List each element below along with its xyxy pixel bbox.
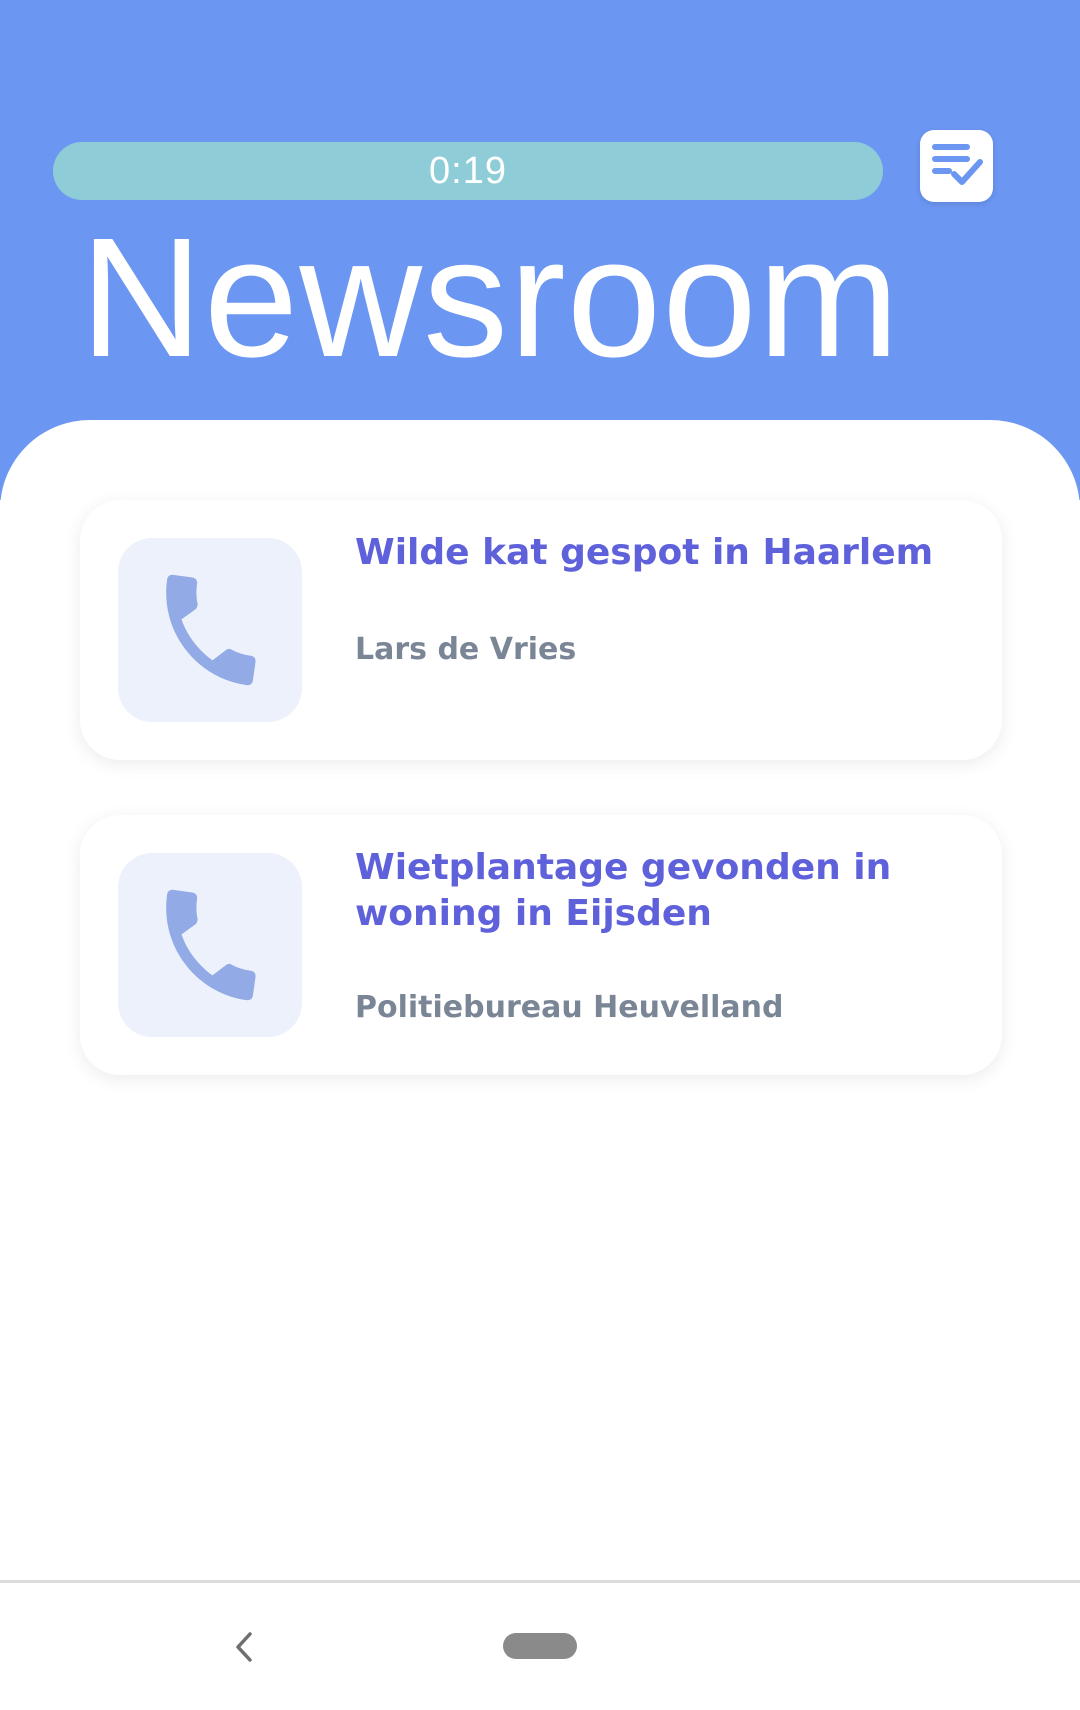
phone-icon xyxy=(166,889,256,1001)
page-title: Newsroom xyxy=(80,203,901,393)
phone-icon xyxy=(166,574,256,686)
tasks-checklist-icon xyxy=(931,144,983,185)
news-card-source: Lars de Vries xyxy=(355,632,577,667)
news-card-icon-tile xyxy=(118,538,302,722)
news-card-text: Wilde kat gespot in Haarlem Lars de Vrie… xyxy=(355,530,965,730)
news-card-title: Wietplantage gevonden in woning in Eijsd… xyxy=(355,847,892,934)
news-card[interactable]: Wietplantage gevonden in woning in Eijsd… xyxy=(80,815,1002,1075)
timer-bar: 0:19 xyxy=(53,142,883,200)
chevron-left-icon xyxy=(236,1632,252,1662)
home-pill-icon[interactable] xyxy=(503,1633,577,1659)
system-nav-bar xyxy=(0,1580,1080,1710)
news-card-source: Politiebureau Heuvelland xyxy=(355,990,784,1025)
news-card-icon-tile xyxy=(118,853,302,1037)
back-button[interactable] xyxy=(222,1625,266,1669)
tasks-button[interactable] xyxy=(920,130,993,202)
timer-text: 0:19 xyxy=(429,149,507,192)
news-card[interactable]: Wilde kat gespot in Haarlem Lars de Vrie… xyxy=(80,500,1002,760)
news-card-text: Wietplantage gevonden in woning in Eijsd… xyxy=(355,845,965,1045)
news-card-title: Wilde kat gespot in Haarlem xyxy=(355,532,934,573)
